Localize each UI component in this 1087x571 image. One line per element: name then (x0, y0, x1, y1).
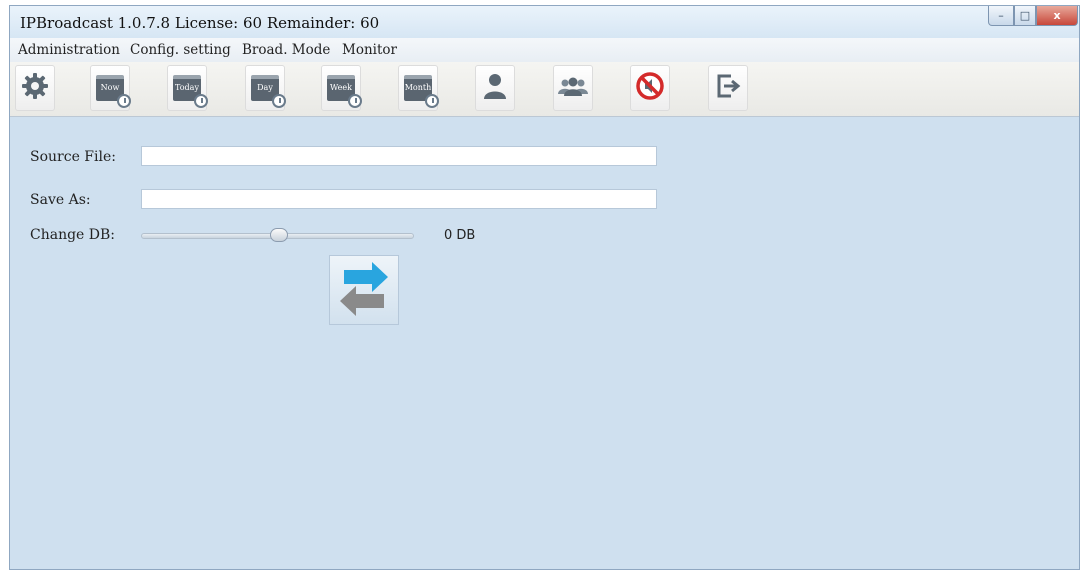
convert-button[interactable] (329, 255, 399, 325)
clock-icon (194, 94, 208, 108)
change-db-label: Change DB: (30, 227, 116, 243)
clock-icon (348, 94, 362, 108)
schedule-day-button[interactable]: Day (245, 65, 286, 111)
settings-button[interactable] (15, 65, 55, 111)
maximize-button[interactable]: □ (1014, 6, 1036, 26)
save-as-label: Save As: (30, 192, 91, 208)
calendar-now-icon: Now (96, 75, 131, 108)
schedule-month-button[interactable]: Month (398, 65, 439, 111)
toolbar: Now Today Day Week Month (10, 62, 1079, 117)
clock-icon (425, 94, 439, 108)
logout-icon (715, 72, 741, 104)
menu-broad-mode[interactable]: Broad. Mode (242, 42, 330, 58)
mute-icon (635, 71, 665, 105)
schedule-now-button[interactable]: Now (90, 65, 131, 111)
calendar-today-icon: Today (173, 75, 208, 108)
calendar-day-icon: Day (251, 75, 286, 108)
source-file-label: Source File: (30, 149, 116, 165)
schedule-week-button[interactable]: Week (321, 65, 362, 111)
menu-administration[interactable]: Administration (18, 42, 120, 58)
source-file-input[interactable] (141, 146, 657, 166)
db-slider-thumb[interactable] (270, 228, 288, 242)
title-bar: IPBroadcast 1.0.7.8 License: 60 Remainde… (10, 6, 1079, 38)
clock-icon (117, 94, 131, 108)
user-icon (482, 72, 508, 104)
calendar-month-icon: Month (404, 75, 439, 108)
menu-bar: Administration Config. setting Broad. Mo… (10, 38, 1079, 62)
menu-monitor[interactable]: Monitor (342, 42, 397, 58)
swap-arrows-icon (330, 256, 398, 324)
gear-icon (21, 72, 49, 104)
mute-button[interactable] (630, 65, 670, 111)
close-button[interactable]: x (1036, 6, 1078, 26)
schedule-today-button[interactable]: Today (167, 65, 208, 111)
calendar-week-icon: Week (327, 75, 362, 108)
user-button[interactable] (475, 65, 515, 111)
group-icon (556, 74, 590, 102)
clock-icon (272, 94, 286, 108)
window-title: IPBroadcast 1.0.7.8 License: 60 Remainde… (20, 14, 380, 32)
db-value-label: 0 DB (444, 228, 476, 243)
menu-config-setting[interactable]: Config. setting (130, 42, 231, 58)
save-as-input[interactable] (141, 189, 657, 209)
group-button[interactable] (553, 65, 593, 111)
minimize-button[interactable]: – (988, 6, 1014, 26)
logout-button[interactable] (708, 65, 748, 111)
app-window: IPBroadcast 1.0.7.8 License: 60 Remainde… (9, 5, 1080, 570)
